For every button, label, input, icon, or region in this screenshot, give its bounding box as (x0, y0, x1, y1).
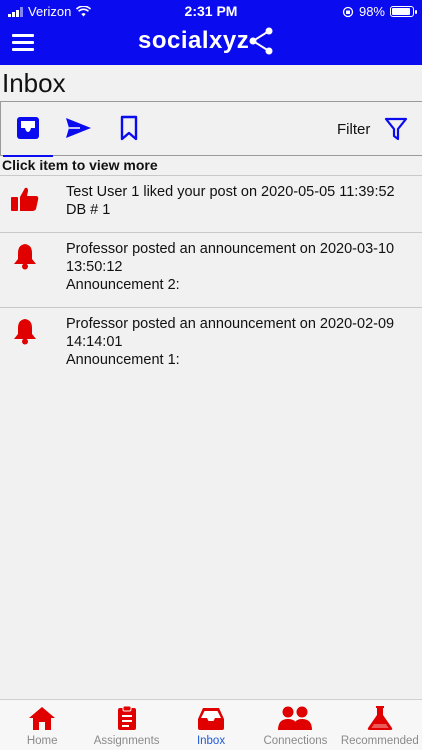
item-message: Professor posted an announcement on 2020… (66, 241, 395, 257)
brand-logo: socialxyz (138, 26, 275, 56)
clipboard-icon (117, 705, 136, 730)
bell-icon (14, 244, 36, 270)
item-detail: Announcement 2: (66, 277, 180, 293)
flask-icon (367, 706, 393, 730)
inbox-tray-icon (198, 708, 225, 730)
menu-icon[interactable] (12, 34, 34, 51)
tab-recommended[interactable]: Recommended (338, 700, 422, 750)
orientation-lock-icon (342, 6, 354, 17)
bookmark-icon[interactable] (115, 113, 145, 143)
app-header: Verizon 2:31 PM 98% socialxyz (0, 0, 422, 65)
item-detail: Announcement 1: (66, 352, 180, 368)
share-node-icon (249, 27, 273, 55)
filter-label[interactable]: Filter (337, 121, 370, 138)
filter-icon[interactable] (384, 116, 408, 142)
bottom-tab-bar: Home Assignments Inbox Connections Recom… (0, 699, 422, 750)
tab-home[interactable]: Home (0, 700, 84, 750)
page-title: Inbox (2, 68, 66, 98)
tab-label: Inbox (196, 735, 226, 747)
tab-label: Recommended (340, 735, 419, 747)
item-time: 13:50:12 (66, 259, 123, 275)
home-icon (29, 707, 56, 730)
tab-label: Connections (263, 735, 328, 747)
tab-label: Assignments (93, 735, 160, 747)
tab-inbox[interactable]: Inbox (169, 700, 253, 750)
send-icon[interactable] (63, 113, 93, 143)
list-item[interactable]: Professor posted an announcement on 2020… (0, 307, 422, 382)
tab-connections[interactable]: Connections (253, 700, 337, 750)
list-item[interactable]: Professor posted an announcement on 2020… (0, 232, 422, 307)
brand-name: socialxyz (138, 27, 250, 54)
item-time: 14:14:01 (66, 334, 123, 350)
item-detail: DB # 1 (66, 202, 111, 218)
bell-icon (14, 319, 36, 345)
item-message: Test User 1 liked your post on 2020-05-0… (66, 184, 395, 200)
inbox-icon[interactable] (13, 113, 43, 143)
status-bar: Verizon 2:31 PM 98% (0, 0, 422, 22)
inbox-list: Test User 1 liked your post on 2020-05-0… (0, 175, 422, 382)
users-icon (278, 706, 313, 730)
hint-text: Click item to view more (2, 157, 158, 173)
thumbs-up-icon (11, 187, 39, 211)
tab-assignments[interactable]: Assignments (84, 700, 168, 750)
battery-percent: 98% (358, 4, 385, 19)
item-message: Professor posted an announcement on 2020… (66, 316, 395, 332)
list-item[interactable]: Test User 1 liked your post on 2020-05-0… (0, 175, 422, 232)
inbox-toolbar: Filter (0, 101, 422, 157)
battery-icon (390, 6, 417, 17)
tab-label: Home (26, 735, 58, 747)
